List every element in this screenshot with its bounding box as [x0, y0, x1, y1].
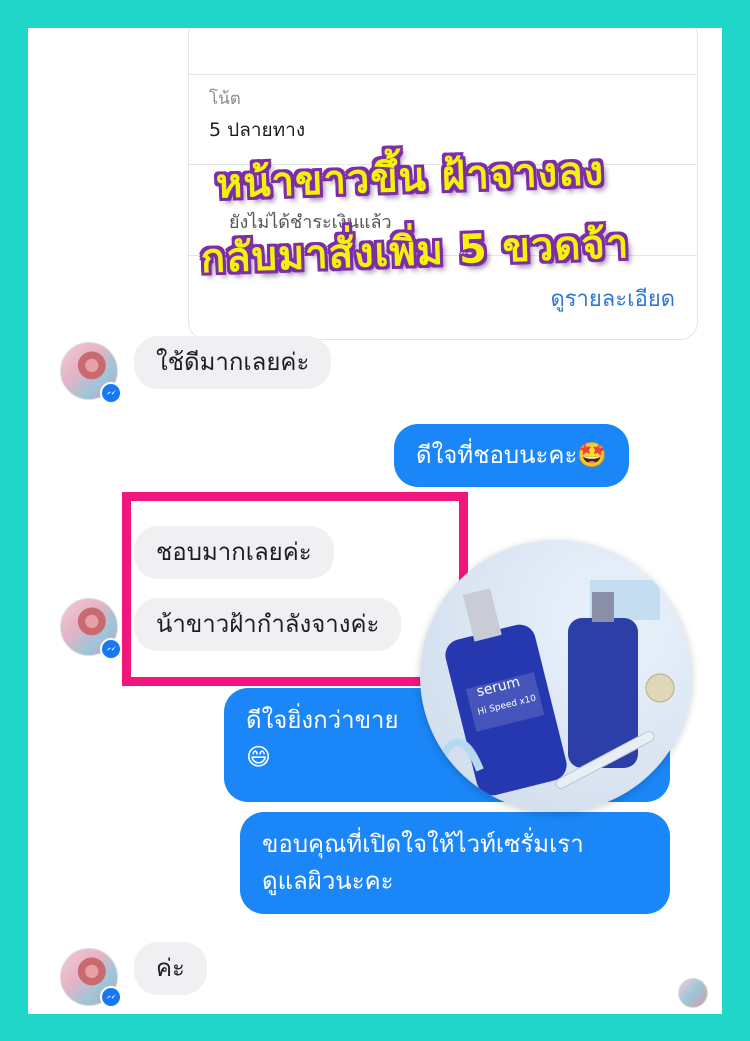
order-note-label: โน้ต [209, 89, 241, 109]
star-struck-emoji-icon: 🤩 [577, 441, 608, 469]
message-text: ดูแลผิวนะคะ [262, 867, 394, 896]
messenger-icon [100, 382, 122, 404]
highlight-box [122, 492, 468, 686]
serum-bottle-icon: serum Hi Speed x10 [436, 580, 675, 796]
read-receipt-avatar [678, 978, 708, 1008]
order-details-link[interactable]: ดูรายละเอียด [550, 281, 675, 316]
message-text: ดีใจที่ชอบนะคะ [416, 441, 578, 469]
order-divider [189, 74, 697, 75]
incoming-message: ใช้ดีมากเลยค่ะ [134, 336, 332, 389]
messenger-icon [100, 986, 122, 1008]
messenger-icon [100, 638, 122, 660]
chat-screenshot-frame: โน้ต 5 ปลายทาง ยังไม่ได้ชำระเงินแล้ว ดูร… [28, 28, 722, 1014]
outgoing-message: ขอบคุณที่เปิดใจให้ไวท์เซรั่มเรา ดูแลผิวน… [240, 812, 670, 915]
outgoing-message: ดีใจที่ชอบนะคะ🤩 [394, 424, 630, 488]
incoming-message: ค่ะ [134, 942, 207, 995]
message-text: ขอบคุณที่เปิดใจให้ไวท์เซรั่มเรา [262, 830, 584, 858]
serum-product-photo: serum Hi Speed x10 [420, 540, 692, 812]
order-note-value: 5 ปลายทาง [209, 119, 306, 141]
